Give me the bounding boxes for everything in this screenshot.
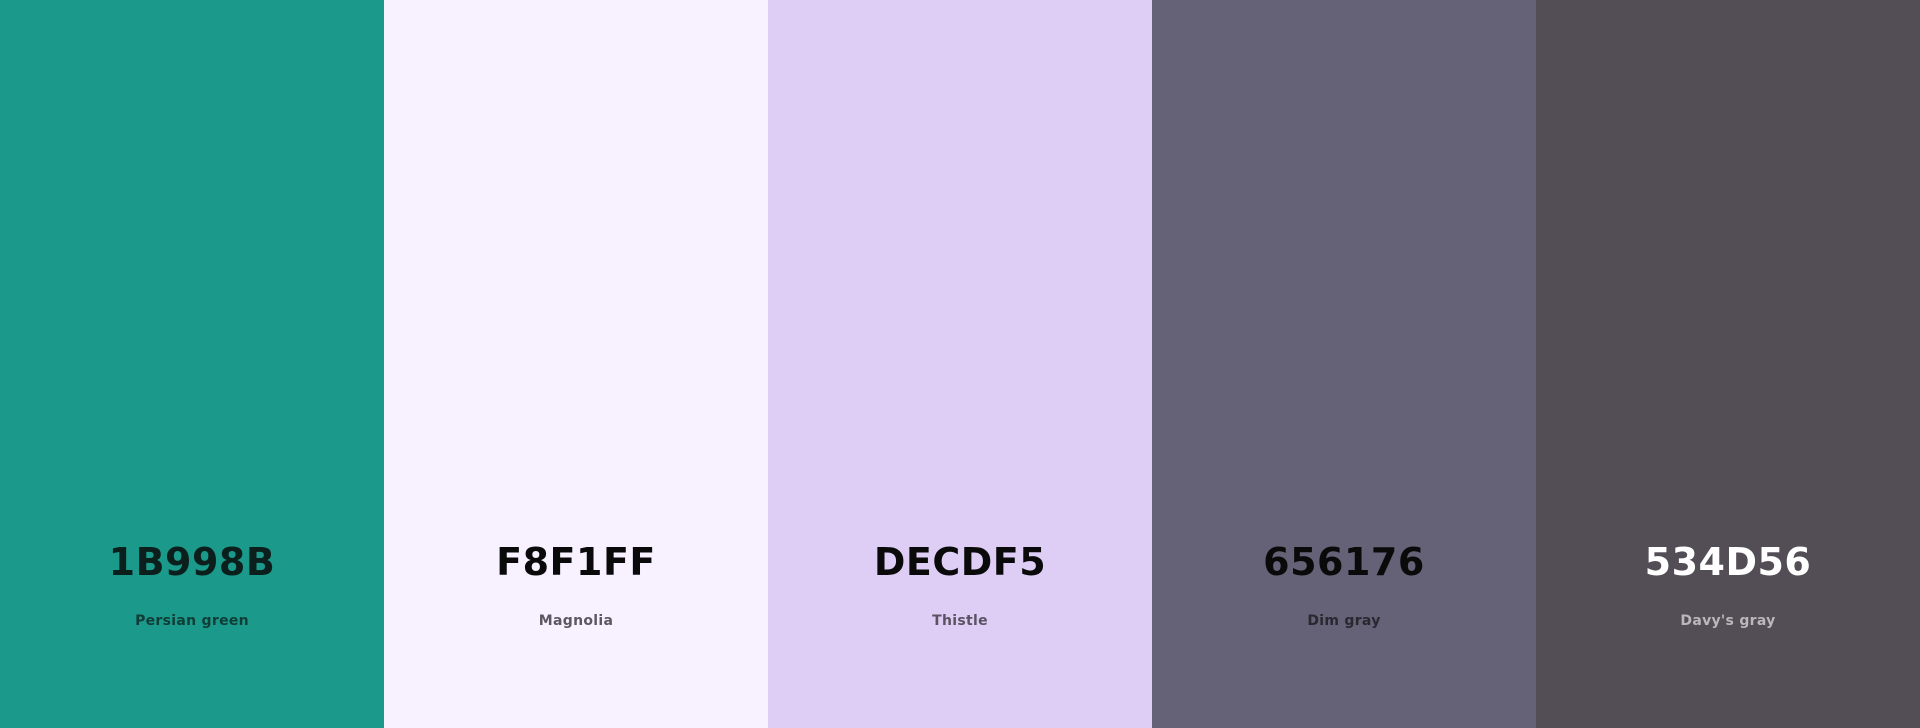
hex-code[interactable]: DECDF5	[768, 536, 1152, 588]
color-swatch-magnolia[interactable]: F8F1FF Magnolia	[384, 0, 768, 728]
swatch-labels: 1B998B Persian green	[0, 536, 384, 631]
swatch-labels: DECDF5 Thistle	[768, 536, 1152, 631]
hex-code[interactable]: 534D56	[1536, 536, 1920, 588]
color-swatch-thistle[interactable]: DECDF5 Thistle	[768, 0, 1152, 728]
swatch-labels: 534D56 Davy's gray	[1536, 536, 1920, 631]
color-swatch-davys-gray[interactable]: 534D56 Davy's gray	[1536, 0, 1920, 728]
color-palette: 1B998B Persian green F8F1FF Magnolia DEC…	[0, 0, 1920, 728]
hex-code[interactable]: 656176	[1152, 536, 1536, 588]
color-swatch-persian-green[interactable]: 1B998B Persian green	[0, 0, 384, 728]
color-name: Persian green	[135, 613, 249, 629]
color-name: Magnolia	[538, 613, 614, 629]
color-name: Thistle	[932, 613, 988, 629]
swatch-labels: F8F1FF Magnolia	[384, 536, 768, 631]
color-name: Davy's gray	[1680, 613, 1776, 629]
color-name: Dim gray	[1307, 613, 1381, 629]
hex-code[interactable]: F8F1FF	[384, 536, 768, 588]
swatch-labels: 656176 Dim gray	[1152, 536, 1536, 631]
hex-code[interactable]: 1B998B	[0, 536, 384, 588]
color-swatch-dim-gray[interactable]: 656176 Dim gray	[1152, 0, 1536, 728]
